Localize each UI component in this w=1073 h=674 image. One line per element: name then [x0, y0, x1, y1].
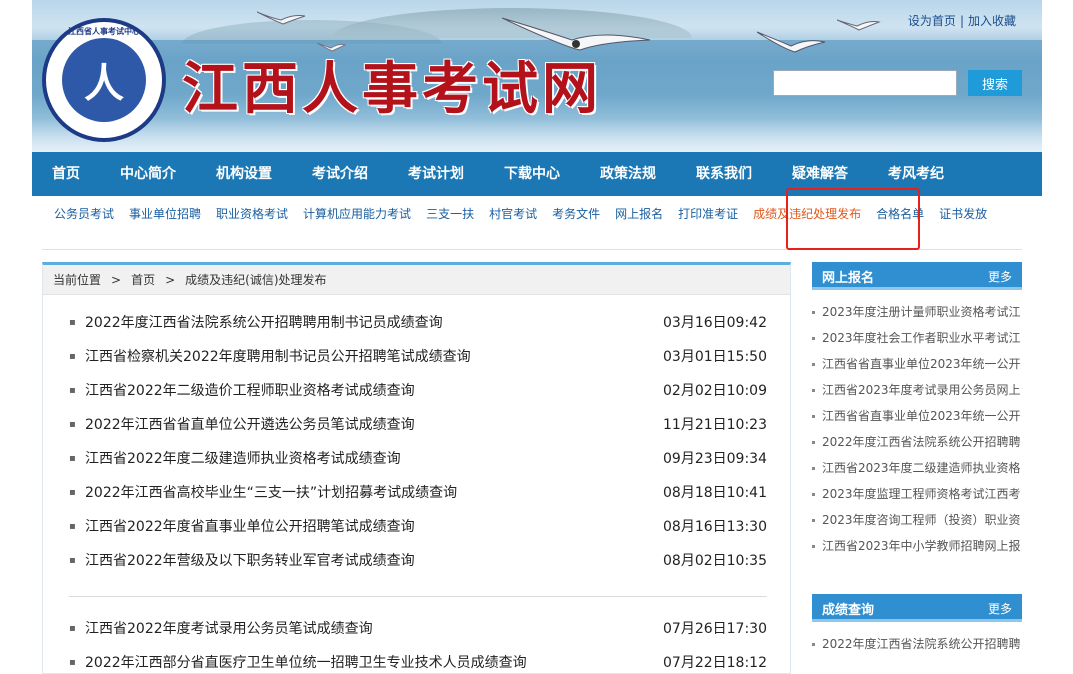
sidebar-header: 网上报名 更多 [812, 262, 1022, 290]
more-link[interactable]: 更多 [988, 600, 1012, 617]
sidebar-item[interactable]: 江西省省直事业单位2023年统一公开 [812, 356, 1022, 382]
news-title[interactable]: 江西省2022年营级及以下职务转业军官考试成绩查询 [85, 551, 415, 571]
subnav-certificate[interactable]: 证书发放 [939, 207, 987, 221]
news-title[interactable]: 2022年江西省高校毕业生“三支一扶”计划招募考试成绩查询 [85, 483, 457, 503]
news-title[interactable]: 江西省2022年度二级建造师执业资格考试成绩查询 [85, 449, 401, 469]
nav-policy[interactable]: 政策法规 [580, 152, 676, 196]
subnav-online-registration[interactable]: 网上报名 [615, 207, 663, 221]
news-item[interactable]: ▪ 2022年江西省省直单位公开遴选公务员笔试成绩查询 11月21日10:23 [69, 415, 767, 449]
news-panel: 当前位置 > 首页 > 成绩及违纪(诚信)处理发布 ▪ 2022年度江西省法院系统公开招聘… [42, 262, 791, 674]
news-item[interactable]: ▪ 江西省2022年度考试录用公务员笔试成绩查询 07月26日17:30 [69, 619, 767, 653]
news-title[interactable]: 江西省2022年度省直事业单位公开招聘笔试成绩查询 [85, 517, 415, 537]
news-date: 09月23日09:34 [663, 451, 767, 467]
subnav-exam-docs[interactable]: 考务文件 [552, 207, 600, 221]
search-button[interactable]: 搜索 [968, 70, 1022, 96]
bird-icon [837, 19, 881, 31]
sidebar-title: 成绩查询 [822, 603, 875, 618]
sidebar-registration: 网上报名 更多 2023年度注册计量师职业资格考试江 2023年度社会工作者职业… [812, 262, 1022, 564]
emblem-glyph: 人 [62, 38, 146, 122]
breadcrumb-current: 成绩及违纪(诚信)处理发布 [185, 273, 327, 287]
sidebar-scores: 成绩查询 更多 2022年度江西省法院系统公开招聘聘 [812, 594, 1022, 662]
nav-home[interactable]: 首页 [32, 152, 100, 196]
header-banner: 江西省人事考试中心 人 江西人事考试网 设为首页 | 加入收藏 搜索 [32, 0, 1042, 152]
news-item[interactable]: ▪ 江西省检察机关2022年度聘用制书记员公开招聘笔试成绩查询 03月01日15:5… [69, 347, 767, 381]
emblem-ring-text: 江西省人事考试中心 [68, 27, 140, 36]
sidebar-item[interactable]: 2023年度注册计量师职业资格考试江 [812, 304, 1022, 330]
news-list: ▪ 2022年度江西省法院系统公开招聘聘用制书记员成绩查询 03月16日09:42 … [69, 313, 767, 585]
set-homepage-link[interactable]: 设为首页 [908, 14, 956, 28]
breadcrumb-home[interactable]: 首页 [131, 273, 155, 287]
site-title: 江西人事考试网 [182, 56, 602, 122]
news-title[interactable]: 江西省2022年二级造价工程师职业资格考试成绩查询 [85, 381, 415, 401]
highlight-box [786, 188, 920, 250]
news-date: 11月21日10:23 [663, 417, 767, 433]
breadcrumb-sep: > [111, 273, 122, 287]
news-title[interactable]: 2022年江西省省直单位公开遴选公务员笔试成绩查询 [85, 415, 415, 435]
news-title[interactable]: 江西省检察机关2022年度聘用制书记员公开招聘笔试成绩查询 [85, 347, 471, 367]
subnav-print-admission[interactable]: 打印准考证 [678, 207, 738, 221]
breadcrumb-label: 当前位置 [53, 273, 102, 287]
sidebar-list: 2022年度江西省法院系统公开招聘聘 [812, 622, 1022, 662]
news-date: 08月18日10:41 [663, 485, 767, 501]
news-item[interactable]: ▪ 江西省2022年营级及以下职务转业军官考试成绩查询 08月02日10:35 [69, 551, 767, 585]
sidebar-item[interactable]: 2023年度咨询工程师（投资）职业资 [812, 512, 1022, 538]
subnav-sanzhi-yifu[interactable]: 三支一扶 [426, 207, 474, 221]
add-favorite-link[interactable]: 加入收藏 [968, 14, 1016, 28]
news-date: 02月02日10:09 [663, 383, 767, 399]
subnav-computer-skills[interactable]: 计算机应用能力考试 [303, 207, 411, 221]
news-date: 03月01日15:50 [663, 349, 767, 365]
news-title[interactable]: 2022年度江西省法院系统公开招聘聘用制书记员成绩查询 [85, 313, 443, 333]
nav-downloads[interactable]: 下载中心 [484, 152, 580, 196]
bird-icon [257, 11, 306, 25]
sidebar-item[interactable]: 2023年度监理工程师资格考试江西考 [812, 486, 1022, 512]
sidebar-header: 成绩查询 更多 [812, 594, 1022, 622]
sidebar-item[interactable]: 江西省2023年度考试录用公务员网上 [812, 382, 1022, 408]
sidebar-item[interactable]: 2022年度江西省法院系统公开招聘聘 [812, 434, 1022, 460]
more-link[interactable]: 更多 [988, 268, 1012, 285]
sidebar-item[interactable]: 2022年度江西省法院系统公开招聘聘 [812, 636, 1022, 662]
nav-exam-intro[interactable]: 考试介绍 [292, 152, 388, 196]
news-item[interactable]: ▪ 江西省2022年二级造价工程师职业资格考试成绩查询 02月02日10:09 [69, 381, 767, 415]
nav-exam-plan[interactable]: 考试计划 [388, 152, 484, 196]
news-item[interactable]: ▪ 江西省2022年度省直事业单位公开招聘笔试成绩查询 08月16日13:30 [69, 517, 767, 551]
top-links: 设为首页 | 加入收藏 [907, 14, 1016, 28]
sidebar-title: 网上报名 [822, 271, 875, 286]
news-item[interactable]: ▪ 江西省2022年度二级建造师执业资格考试成绩查询 09月23日09:34 [69, 449, 767, 483]
sidebar-item[interactable]: 2023年度社会工作者职业水平考试江 [812, 330, 1022, 356]
bird-icon [757, 31, 826, 53]
sidebar-item[interactable]: 江西省2023年度二级建造师执业资格 [812, 460, 1022, 486]
news-item[interactable]: ▪ 2022年江西省高校毕业生“三支一扶”计划招募考试成绩查询 08月18日10:4… [69, 483, 767, 517]
news-list: ▪ 江西省2022年度考试录用公务员笔试成绩查询 07月26日17:30 ▪ 2022… [69, 619, 767, 674]
news-date: 08月16日13:30 [663, 519, 767, 535]
subnav-village-official[interactable]: 村官考试 [489, 207, 537, 221]
nav-contact[interactable]: 联系我们 [676, 152, 772, 196]
news-item[interactable]: ▪ 2022年江西部分省直医疗卫生单位统一招聘卫生专业技术人员成绩查询 07月22日… [69, 653, 767, 674]
news-date: 07月26日17:30 [663, 621, 767, 637]
breadcrumb: 当前位置 > 首页 > 成绩及违纪(诚信)处理发布 [43, 265, 790, 295]
subnav-civil-servant[interactable]: 公务员考试 [54, 207, 114, 221]
nav-organization[interactable]: 机构设置 [196, 152, 292, 196]
search-input[interactable] [773, 70, 957, 96]
news-title[interactable]: 江西省2022年度考试录用公务员笔试成绩查询 [85, 619, 373, 639]
breadcrumb-sep: > [165, 273, 176, 287]
news-group-divider [69, 596, 767, 597]
news-date: 08月02日10:35 [663, 553, 767, 569]
sidebar-item[interactable]: 江西省省直事业单位2023年统一公开 [812, 408, 1022, 434]
site-emblem: 江西省人事考试中心 人 [42, 18, 166, 142]
sidebar-item[interactable]: 江西省2023年中小学教师招聘网上报 [812, 538, 1022, 564]
news-date: 03月16日09:42 [663, 315, 767, 331]
subnav-public-institution[interactable]: 事业单位招聘 [129, 207, 201, 221]
sidebar-list: 2023年度注册计量师职业资格考试江 2023年度社会工作者职业水平考试江 江西… [812, 290, 1022, 564]
nav-about[interactable]: 中心简介 [100, 152, 196, 196]
news-title[interactable]: 2022年江西部分省直医疗卫生单位统一招聘卫生专业技术人员成绩查询 [85, 653, 527, 673]
news-item[interactable]: ▪ 2022年度江西省法院系统公开招聘聘用制书记员成绩查询 03月16日09:42 [69, 313, 767, 347]
news-date: 07月22日18:12 [663, 655, 767, 671]
subnav-professional-qualification[interactable]: 职业资格考试 [216, 207, 288, 221]
